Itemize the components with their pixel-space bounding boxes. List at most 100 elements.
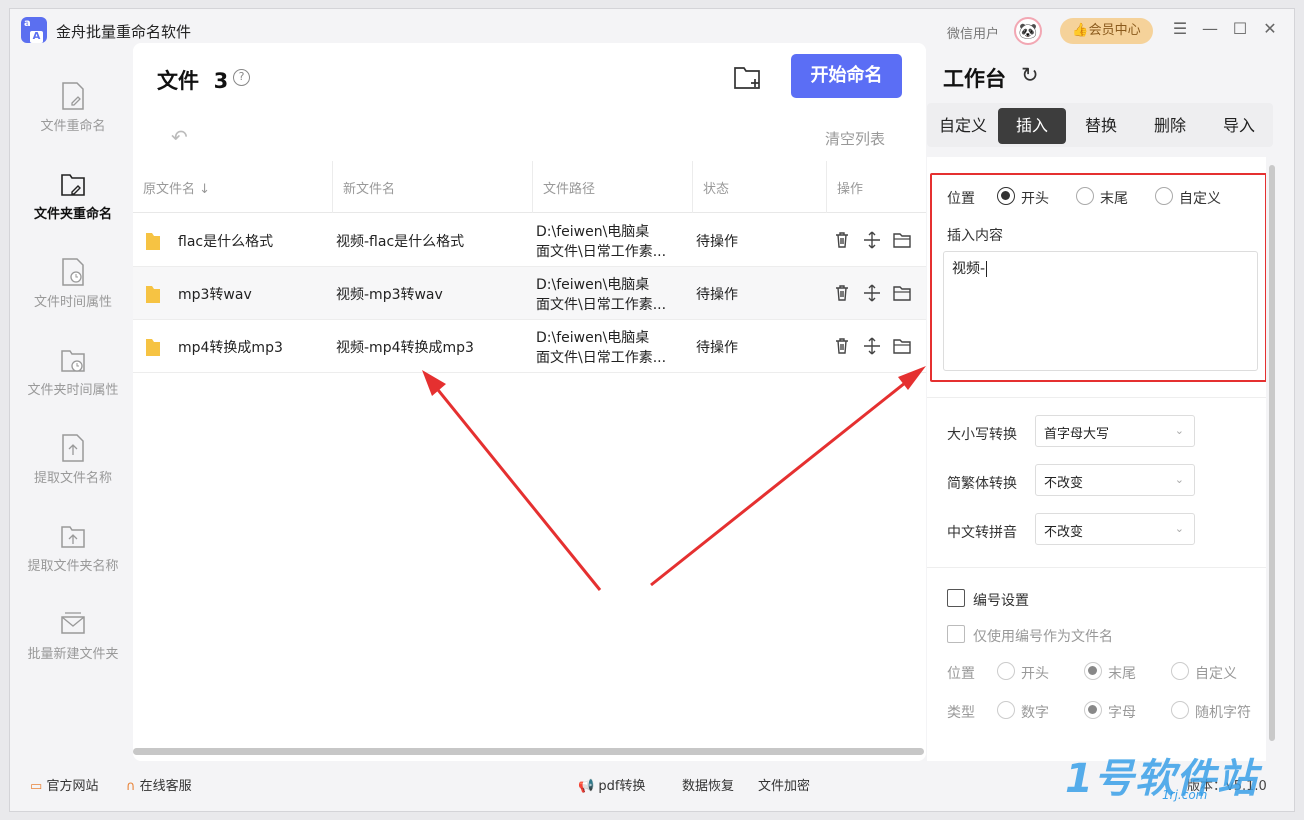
service-link[interactable]: ∩ 在线客服 xyxy=(126,775,192,794)
type-random-radio[interactable] xyxy=(1171,701,1189,719)
num-position-custom-label[interactable]: 自定义 xyxy=(1195,663,1237,683)
num-position-custom-radio[interactable] xyxy=(1171,662,1189,680)
app-title: 金舟批量重命名软件 xyxy=(56,23,192,41)
insert-content-input[interactable]: 视频- xyxy=(943,251,1258,371)
sidebar-item-extract-folder[interactable]: 提取文件夹名称 xyxy=(13,521,133,574)
website-link[interactable]: ▭ 官方网站 xyxy=(30,775,98,794)
recovery-link[interactable]: 数据恢复 xyxy=(682,775,734,794)
maximize-icon[interactable]: ☐ xyxy=(1230,19,1250,39)
num-position-start-label[interactable]: 开头 xyxy=(1021,663,1049,683)
username[interactable]: 微信用户 xyxy=(947,23,999,42)
minimize-icon[interactable]: — xyxy=(1200,19,1220,39)
open-folder-icon[interactable] xyxy=(893,231,911,249)
workbench-tabs: 自定义 插入 替换 删除 导入 xyxy=(927,103,1273,147)
pdf-link[interactable]: 📢 pdf转换 xyxy=(578,775,645,794)
tab-custom[interactable]: 自定义 xyxy=(929,108,997,144)
col-actions: 操作 xyxy=(837,182,864,197)
position-label: 位置 xyxy=(947,191,975,207)
delete-icon[interactable] xyxy=(833,337,851,355)
menu-icon[interactable]: ☰ xyxy=(1170,19,1190,39)
add-folder-icon[interactable] xyxy=(733,65,763,91)
only-number-checkbox[interactable] xyxy=(947,625,965,643)
close-icon[interactable]: ✕ xyxy=(1260,19,1280,39)
page-title: 文件 3 xyxy=(157,65,228,95)
position-start-label[interactable]: 开头 xyxy=(1021,188,1049,208)
refresh-icon[interactable]: ↻ xyxy=(1021,63,1039,87)
case-select[interactable]: 首字母大写 ⌄ xyxy=(1035,415,1195,447)
move-icon[interactable] xyxy=(863,284,881,302)
num-position-label: 位置 xyxy=(947,666,975,682)
folder-mail-icon xyxy=(61,612,85,634)
vertical-scrollbar[interactable] xyxy=(1269,165,1275,741)
type-number-radio[interactable] xyxy=(997,701,1015,719)
type-letter-label[interactable]: 字母 xyxy=(1108,702,1136,722)
sidebar-item-batch-folder[interactable]: 批量新建文件夹 xyxy=(13,609,133,662)
tab-delete[interactable]: 删除 xyxy=(1136,108,1204,144)
column-divider xyxy=(532,161,533,213)
sidebar-item-extract-file[interactable]: 提取文件名称 xyxy=(13,433,133,486)
position-end-radio[interactable] xyxy=(1076,187,1094,205)
table-row[interactable]: mp4转换成mp3 视频-mp4转换成mp3 D:\feiwen\电脑桌 面文件\… xyxy=(133,320,926,373)
monitor-icon: ▭ xyxy=(30,779,43,794)
numbering-label[interactable]: 编号设置 xyxy=(973,590,1029,610)
original-name: flac是什么格式 xyxy=(178,234,274,250)
undo-icon[interactable]: ↶ xyxy=(171,125,188,149)
table-row[interactable]: flac是什么格式 视频-flac是什么格式 D:\feiwen\电脑桌 面文件\… xyxy=(133,214,926,267)
delete-icon[interactable] xyxy=(833,284,851,302)
position-custom-label[interactable]: 自定义 xyxy=(1179,188,1221,208)
type-random-label[interactable]: 随机字符 xyxy=(1195,702,1251,722)
file-list-panel: 文件 3 ? 开始命名 ↶ 清空列表 原文件名 ↓ 新文件名 文件路径 状态 操… xyxy=(133,43,926,761)
num-position-end-label[interactable]: 末尾 xyxy=(1108,663,1136,683)
traditional-select[interactable]: 不改变 ⌄ xyxy=(1035,464,1195,496)
avatar[interactable]: 🐼 xyxy=(1014,17,1042,45)
app-logo-icon: aA xyxy=(21,17,47,43)
sidebar-item-folder-rename[interactable]: 文件夹重命名 xyxy=(13,169,133,222)
insert-content-label: 插入内容 xyxy=(947,228,1003,244)
move-icon[interactable] xyxy=(863,337,881,355)
vip-center-button[interactable]: 👍会员中心 xyxy=(1060,18,1153,44)
megaphone-icon: 📢 xyxy=(578,779,595,794)
position-custom-radio[interactable] xyxy=(1155,187,1173,205)
col-original-name[interactable]: 原文件名 ↓ xyxy=(143,178,210,197)
position-start-radio[interactable] xyxy=(997,187,1015,205)
type-letter-radio[interactable] xyxy=(1084,701,1102,719)
tab-replace[interactable]: 替换 xyxy=(1067,108,1135,144)
pinyin-select[interactable]: 不改变 ⌄ xyxy=(1035,513,1195,545)
encrypt-link[interactable]: 文件加密 xyxy=(758,775,810,794)
case-value: 首字母大写 xyxy=(1044,427,1110,442)
tab-import[interactable]: 导入 xyxy=(1205,108,1273,144)
only-number-label[interactable]: 仅使用编号作为文件名 xyxy=(973,626,1113,646)
sidebar-item-file-rename[interactable]: 文件重命名 xyxy=(13,81,133,134)
help-icon[interactable]: ? xyxy=(233,69,250,86)
sidebar-item-file-time[interactable]: 文件时间属性 xyxy=(13,257,133,310)
numbering-checkbox[interactable] xyxy=(947,589,965,607)
sidebar-item-label: 文件夹时间属性 xyxy=(27,383,119,398)
delete-icon[interactable] xyxy=(833,231,851,249)
position-end-label[interactable]: 末尾 xyxy=(1100,188,1128,208)
num-position-start-radio[interactable] xyxy=(997,662,1015,680)
insert-settings-panel: 位置 开头 末尾 自定义 插入内容 视频- 大小写转换 首字母大写 ⌄ 简繁体转换… xyxy=(927,157,1266,761)
path-line: 面文件\日常工作素... xyxy=(536,244,667,260)
chevron-down-icon: ⌄ xyxy=(1174,522,1184,535)
start-rename-button[interactable]: 开始命名 xyxy=(791,54,902,98)
divider xyxy=(927,567,1266,568)
folder-edit-icon xyxy=(61,174,85,196)
num-position-end-radio[interactable] xyxy=(1084,662,1102,680)
type-number-label[interactable]: 数字 xyxy=(1021,702,1049,722)
original-name: mp4转换成mp3 xyxy=(178,340,283,356)
sidebar-item-folder-time[interactable]: 文件夹时间属性 xyxy=(13,345,133,398)
pdf-label: pdf转换 xyxy=(598,779,646,794)
tab-insert[interactable]: 插入 xyxy=(998,108,1066,144)
sidebar-item-label: 文件时间属性 xyxy=(33,295,112,310)
path-line: D:\feiwen\电脑桌 xyxy=(536,277,650,293)
status-text: 待操作 xyxy=(696,287,738,303)
file-path: D:\feiwen\电脑桌 面文件\日常工作素... xyxy=(536,328,681,368)
horizontal-scrollbar[interactable] xyxy=(133,748,924,755)
open-folder-icon[interactable] xyxy=(893,284,911,302)
move-icon[interactable] xyxy=(863,231,881,249)
open-folder-icon[interactable] xyxy=(893,337,911,355)
path-line: 面文件\日常工作素... xyxy=(536,297,667,313)
clear-list-button[interactable]: 清空列表 xyxy=(825,128,885,149)
new-name: 视频-flac是什么格式 xyxy=(336,234,465,250)
table-row[interactable]: mp3转wav 视频-mp3转wav D:\feiwen\电脑桌 面文件\日常工作… xyxy=(133,267,926,320)
